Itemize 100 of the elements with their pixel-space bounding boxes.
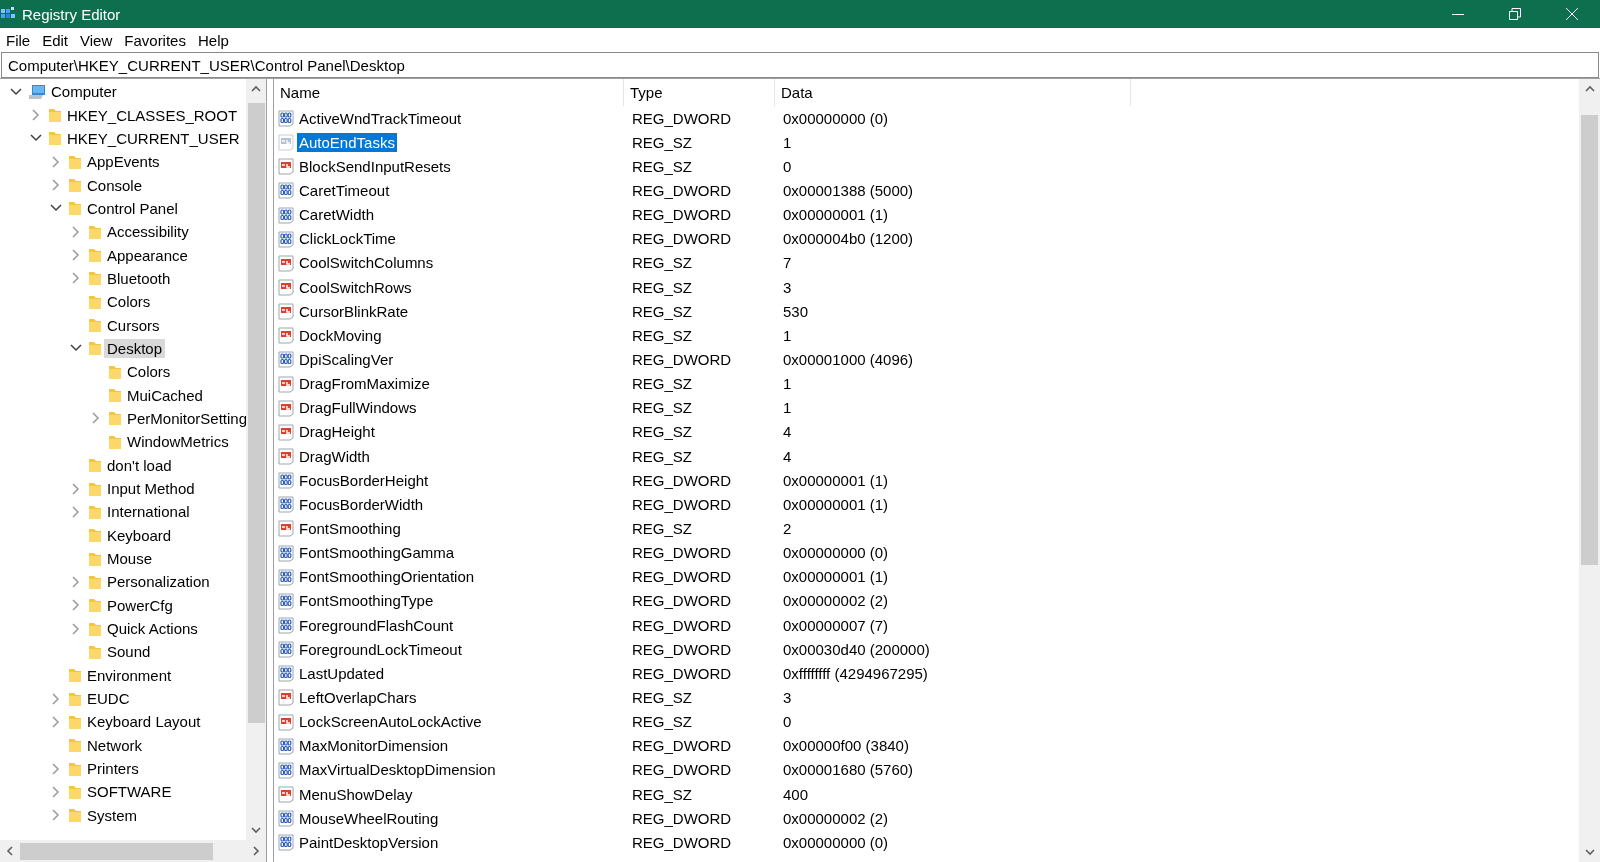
tree-item[interactable]: Keyboard Layout [84, 712, 204, 732]
value-name[interactable]: DragFullWindows [297, 398, 419, 418]
scrollbar-thumb[interactable] [247, 103, 265, 723]
value-name[interactable]: AutoEndTasks [297, 132, 397, 152]
value-name[interactable]: MouseWheelRouting [297, 808, 441, 828]
tree-scrollbar[interactable] [246, 79, 266, 840]
horizontal-scrollbar[interactable] [0, 840, 266, 862]
value-name[interactable]: DragFromMaximize [297, 374, 432, 394]
tree-item[interactable]: Bluetooth [104, 268, 174, 288]
tree-item[interactable]: Cursors [104, 315, 163, 335]
window-title: Registry Editor [22, 5, 122, 23]
tree-item[interactable]: don't load [104, 455, 175, 475]
tree-item[interactable]: Environment [84, 665, 175, 685]
folder-icon [88, 643, 102, 660]
value-name[interactable]: FontSmoothing [297, 518, 403, 538]
value-name[interactable]: FontSmoothingType [297, 591, 436, 611]
value-name[interactable]: CoolSwitchColumns [297, 253, 436, 273]
tree-item[interactable]: International [104, 502, 193, 522]
value-type: REG_DWORD [631, 544, 733, 562]
binary-value-icon [278, 760, 296, 779]
value-name[interactable]: CoolSwitchRows [297, 277, 414, 297]
menu-item[interactable]: View [74, 31, 119, 49]
scrollbar-thumb[interactable] [1581, 115, 1598, 565]
tree-item[interactable]: Colors [124, 362, 174, 382]
value-data: 0x000004b0 (1200) [782, 230, 915, 248]
binary-value-icon [278, 640, 296, 659]
value-name[interactable]: LastUpdated [297, 663, 387, 683]
tree-item[interactable]: Personalization [104, 572, 213, 592]
tree-item[interactable]: Input Method [104, 479, 198, 498]
tree-item[interactable]: Desktop [104, 338, 166, 358]
value-name[interactable]: ActiveWndTrackTimeout [297, 108, 464, 128]
value-name[interactable]: ForegroundFlashCount [297, 615, 456, 635]
value-data: 530 [782, 302, 810, 320]
folder-icon [108, 433, 122, 450]
tree-item[interactable]: Sound [104, 642, 154, 662]
column-header[interactable]: Data [775, 79, 1131, 106]
value-name[interactable]: MaxMonitorDimension [297, 736, 451, 756]
value-name[interactable]: DpiScalingVer [297, 349, 396, 369]
tree-item[interactable]: EUDC [84, 689, 133, 709]
value-data: 0 [782, 713, 793, 731]
column-header[interactable]: Name [274, 79, 624, 106]
value-name[interactable]: PaintDesktopVersion [297, 832, 441, 852]
tree-item[interactable]: Mouse [104, 549, 156, 569]
value-type: REG_DWORD [631, 230, 733, 248]
value-name[interactable]: LockScreenAutoLockActive [297, 712, 484, 732]
menu-item[interactable]: Favorites [118, 31, 192, 49]
tree-item[interactable]: PerMonitorSetting [124, 409, 246, 428]
value-type: REG_SZ [631, 302, 693, 320]
close-icon [1565, 8, 1578, 20]
menu-item[interactable]: Help [191, 31, 235, 49]
menu-item[interactable]: File [0, 31, 37, 49]
tree-item[interactable]: WindowMetrics [124, 432, 232, 452]
value-name[interactable]: FocusBorderHeight [297, 470, 431, 490]
value-name[interactable]: CaretWidth [297, 205, 377, 225]
value-name[interactable]: DragHeight [297, 422, 377, 442]
tree-item[interactable]: HKEY_CLASSES_ROOT [64, 105, 241, 125]
tree-item[interactable]: PowerCfg [104, 595, 176, 615]
value-name[interactable]: CursorBlinkRate [297, 301, 411, 321]
value-name[interactable]: BlockSendInputResets [297, 156, 453, 176]
text-value-icon [278, 302, 296, 321]
tree-item[interactable]: Keyboard [104, 525, 175, 545]
tree-item[interactable]: Colors [104, 292, 154, 312]
menu-item[interactable]: Edit [36, 31, 75, 49]
value-data: 0x00030d40 (200000) [782, 640, 931, 658]
tree-item[interactable]: Computer [48, 82, 120, 102]
binary-value-icon [278, 833, 296, 852]
tree-item[interactable]: Console [84, 175, 146, 195]
column-header[interactable]: Type [624, 79, 775, 106]
value-name[interactable]: MenuShowDelay [297, 784, 415, 804]
tree-item[interactable]: Network [84, 735, 145, 755]
value-name[interactable]: FontSmoothingOrientation [297, 567, 477, 587]
value-type: REG_SZ [631, 713, 693, 731]
value-name[interactable]: ClickLockTime [297, 229, 398, 249]
text-value-icon [278, 278, 296, 297]
folder-icon [68, 200, 82, 217]
tree-item[interactable]: Appearance [104, 245, 191, 265]
tree-item[interactable]: Quick Actions [104, 619, 201, 639]
value-name[interactable]: LeftOverlapChars [297, 687, 419, 707]
tree-item[interactable]: SOFTWARE [84, 782, 175, 802]
binary-value-icon [278, 109, 296, 128]
tree-item[interactable]: Accessibility [104, 222, 192, 242]
tree-item[interactable]: HKEY_CURRENT_USER [64, 128, 243, 148]
value-name[interactable]: FocusBorderWidth [297, 494, 426, 514]
tree-item[interactable]: AppEvents [84, 152, 163, 172]
list-scrollbar[interactable] [1579, 79, 1600, 862]
tree-item[interactable]: MuiCached [124, 385, 206, 405]
text-value-icon [278, 688, 296, 707]
tree-item[interactable]: Printers [84, 759, 142, 779]
value-name[interactable]: DockMoving [297, 325, 384, 345]
tree-item[interactable]: System [84, 805, 140, 825]
tree-item[interactable]: Control Panel [84, 198, 181, 218]
value-name[interactable]: ForegroundLockTimeout [297, 639, 464, 659]
text-value-icon [278, 519, 296, 538]
value-name[interactable]: MaxVirtualDesktopDimension [297, 760, 498, 780]
scrollbar-thumb[interactable] [20, 842, 213, 860]
value-name[interactable]: DragWidth [297, 446, 372, 466]
value-name[interactable]: FontSmoothingGamma [297, 543, 457, 563]
value-name[interactable]: CaretTimeout [297, 181, 392, 200]
value-type: REG_DWORD [631, 664, 733, 682]
address-field[interactable]: Computer\HKEY_CURRENT_USER\Control Panel\Desktop [1, 52, 1599, 78]
